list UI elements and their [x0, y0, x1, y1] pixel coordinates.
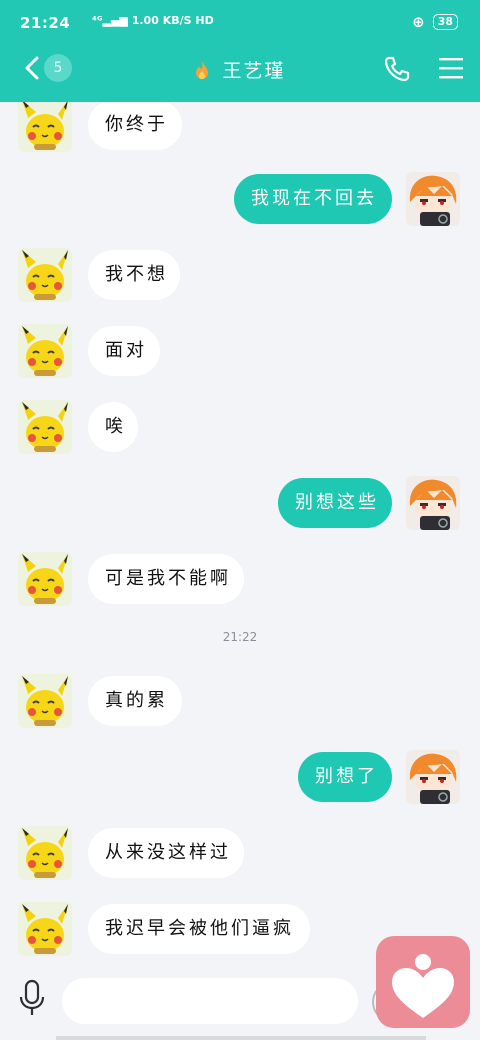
message-bubble[interactable]: 面对	[88, 326, 160, 376]
status-right: ⊕ 38	[412, 13, 458, 31]
signal-icon: ⁴ᴳ▂▄▆ 1.00 KB/S HD	[92, 14, 214, 27]
heart-person-icon	[392, 954, 454, 1018]
net-speed: 1.00 KB/S	[131, 14, 192, 27]
message-bubble[interactable]: 你终于	[88, 102, 182, 150]
incoming-message: 可是我不能啊	[0, 552, 480, 610]
contact-avatar[interactable]	[18, 400, 72, 454]
contact-name: 王艺瑾	[222, 60, 286, 82]
incoming-message: 唉	[0, 400, 480, 458]
incoming-message: 真的累	[0, 674, 480, 732]
contact-avatar[interactable]	[18, 324, 72, 378]
hd-badge: HD	[195, 14, 214, 27]
outgoing-message: 别想了	[0, 750, 480, 808]
message-bubble[interactable]: 真的累	[88, 676, 182, 726]
my-avatar[interactable]	[406, 172, 460, 226]
status-bar: 21:24 ⁴ᴳ▂▄▆ 1.00 KB/S HD ⊕ 38	[0, 0, 480, 46]
message-bubble[interactable]: 我现在不回去	[234, 174, 392, 224]
incoming-message: 我不想	[0, 248, 480, 306]
lock-rotation-icon: ⊕	[412, 13, 425, 31]
contact-avatar[interactable]	[18, 902, 72, 956]
outgoing-message: 别想这些	[0, 476, 480, 534]
incoming-message: 面对	[0, 324, 480, 382]
incoming-message: 你终于	[0, 102, 480, 156]
message-bubble[interactable]: 我迟早会被他们逼疯	[88, 904, 310, 954]
message-bubble[interactable]: 可是我不能啊	[88, 554, 244, 604]
menu-icon[interactable]	[438, 56, 464, 80]
my-avatar[interactable]	[406, 476, 460, 530]
message-list[interactable]: 你终于我现在不回去我不想面对唉别想这些 可是我不能啊 真的累别想了从来没这样过我迟早…	[0, 102, 480, 962]
message-timestamp: 21:22	[222, 630, 258, 644]
phone-icon[interactable]	[382, 54, 412, 84]
flame-icon	[196, 61, 209, 79]
message-bubble[interactable]: 别想了	[298, 752, 392, 802]
message-input[interactable]	[62, 978, 358, 1024]
message-bubble[interactable]: 我不想	[88, 250, 180, 300]
status-time: 21:24	[20, 14, 71, 32]
microphone-icon[interactable]	[16, 978, 48, 1018]
contact-avatar[interactable]	[18, 102, 72, 152]
incoming-message: 从来没这样过	[0, 826, 480, 884]
contact-avatar[interactable]	[18, 826, 72, 880]
message-bubble[interactable]: 别想这些	[278, 478, 392, 528]
my-avatar[interactable]	[406, 750, 460, 804]
contact-avatar[interactable]	[18, 248, 72, 302]
message-bubble[interactable]: 唉	[88, 402, 138, 452]
chat-header: 21:24 ⁴ᴳ▂▄▆ 1.00 KB/S HD ⊕ 38 5 王艺瑾	[0, 0, 480, 102]
contact-avatar[interactable]	[18, 552, 72, 606]
outgoing-message: 我现在不回去	[0, 172, 480, 230]
message-bubble[interactable]: 从来没这样过	[88, 828, 244, 878]
contact-avatar[interactable]	[18, 674, 72, 728]
battery-icon: 38	[432, 14, 458, 30]
home-indicator	[56, 1036, 426, 1040]
floating-heart-button[interactable]	[376, 936, 470, 1028]
